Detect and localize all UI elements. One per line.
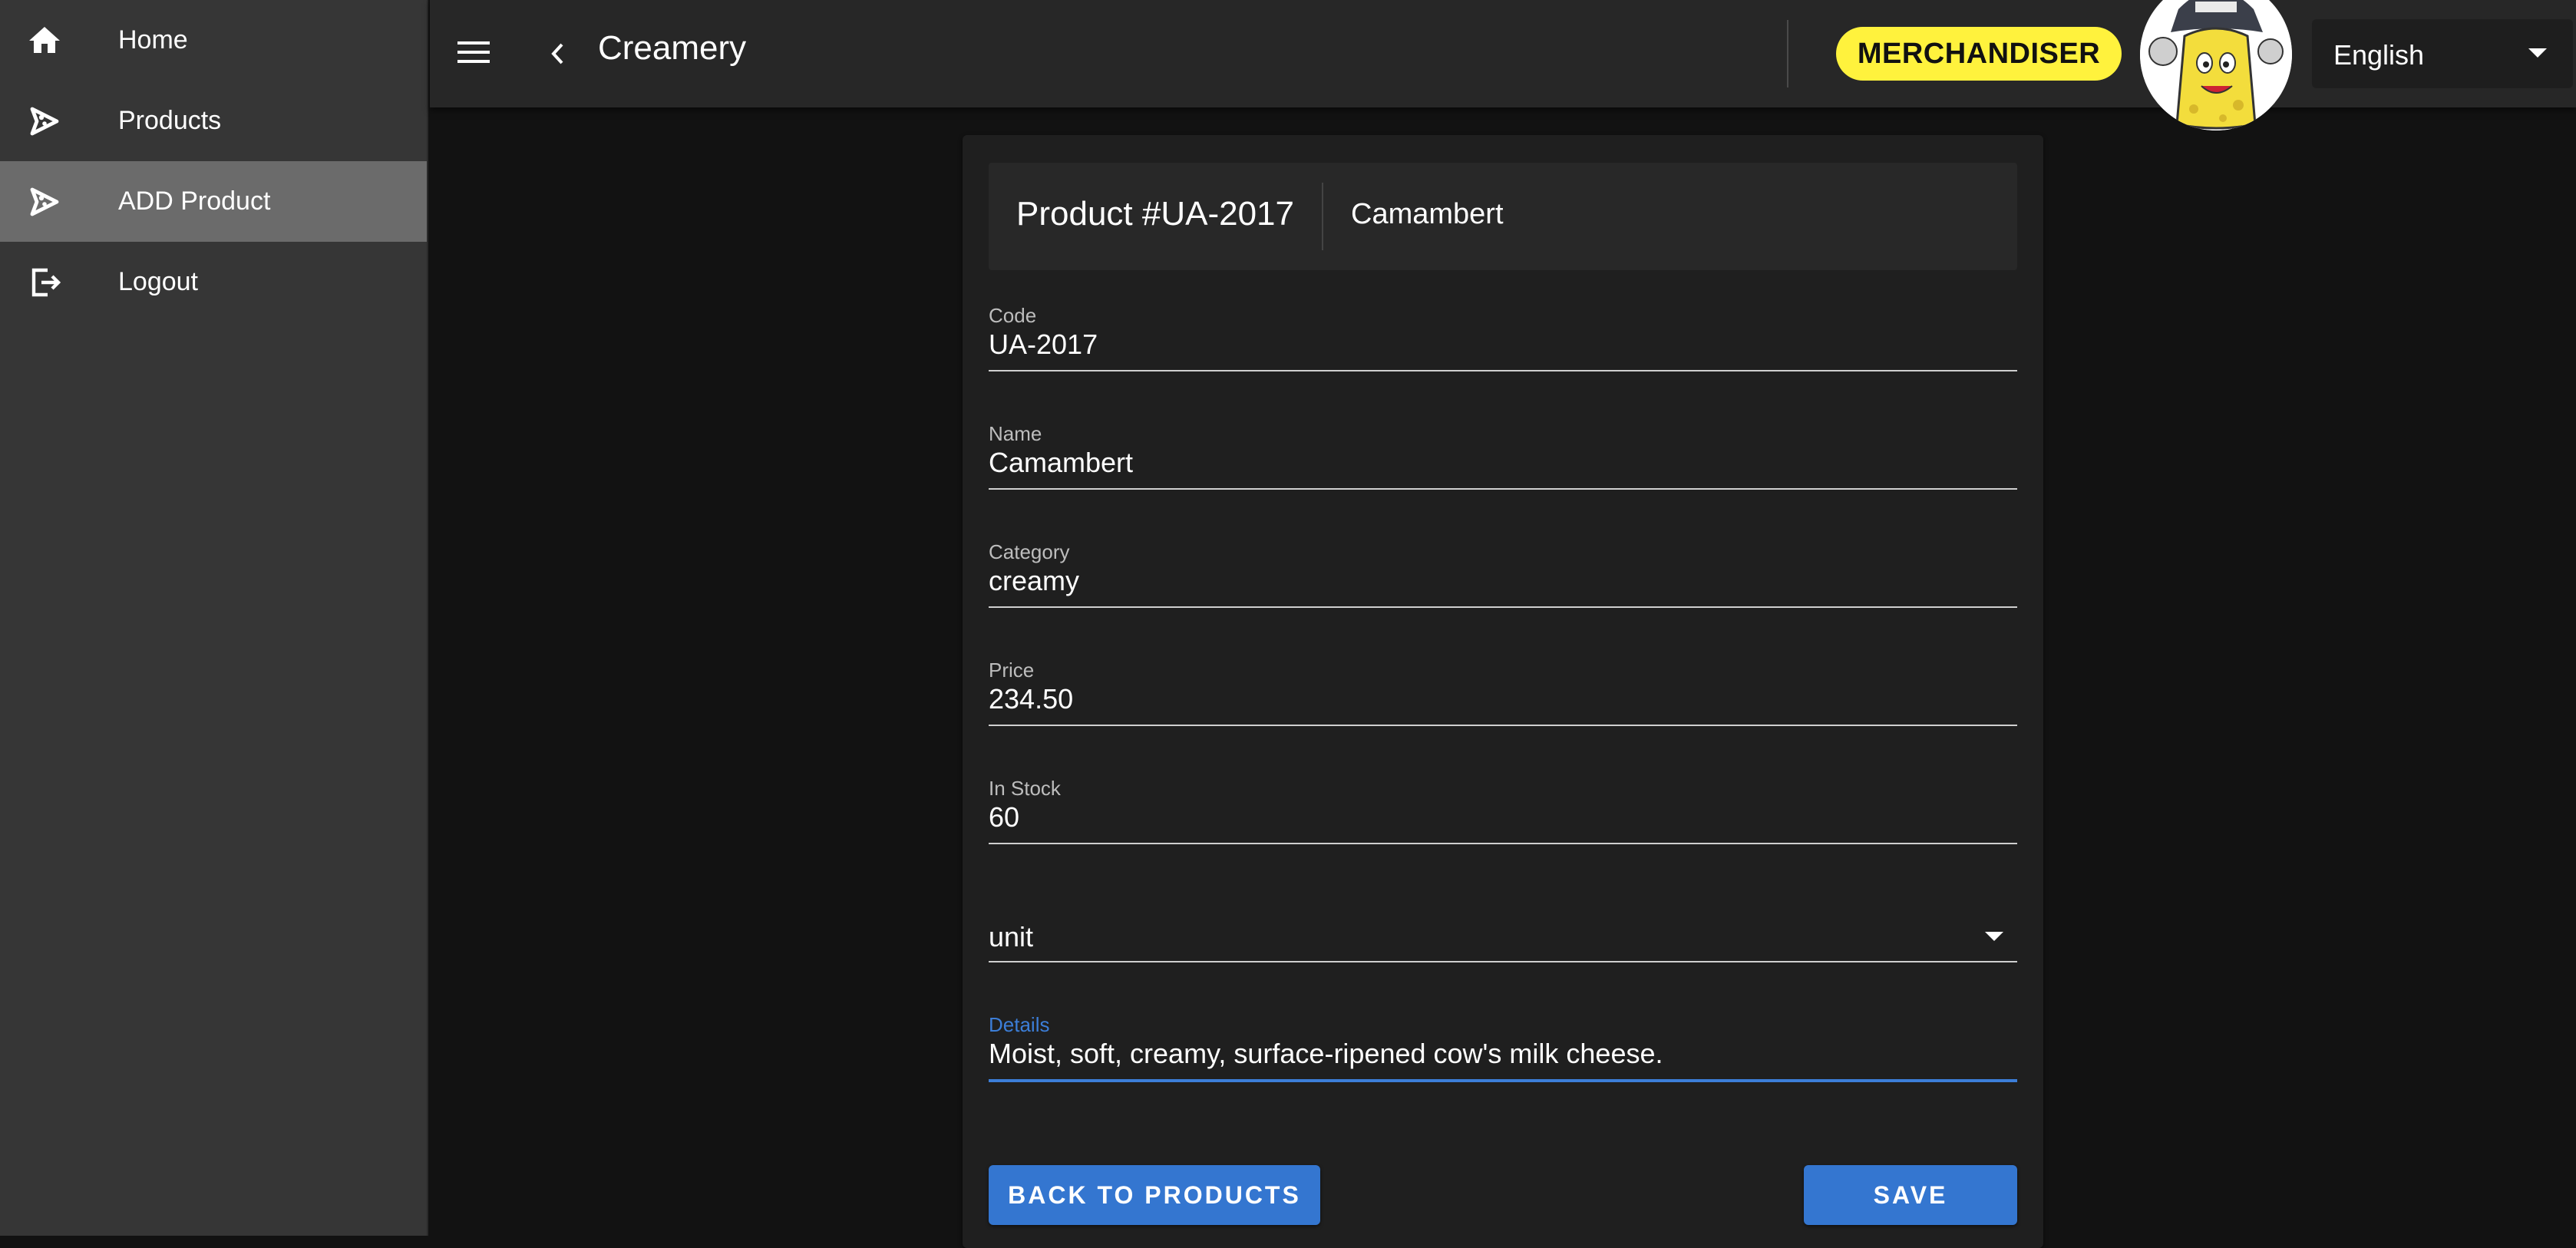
category-field[interactable]: Category creamy [989,540,2017,609]
page-title: Creamery [598,29,747,67]
field-underline [989,725,2017,726]
back-to-products-button[interactable]: BACK TO PRODUCTS [989,1165,1320,1225]
sidebar-item-home[interactable]: Home [0,0,427,81]
home-icon [29,26,60,53]
product-number: Product #UA-2017 [1016,195,1294,233]
name-field[interactable]: Name Camambert [989,422,2017,491]
sidebar-item-logout[interactable]: Logout [0,242,427,322]
language-select[interactable]: English [2312,19,2573,88]
logout-icon [31,268,61,296]
field-underline [989,370,2017,371]
in-stock-field[interactable]: In Stock 60 [989,777,2017,846]
field-underline [989,961,2017,962]
divider [1322,183,1323,250]
sidebar: Home Products ADD Product Logout [0,0,428,1236]
code-value: UA-2017 [989,329,1098,360]
unit-value: unit [989,921,1034,953]
field-underline [989,606,2017,608]
sidebar-item-label: ADD Product [118,187,271,216]
category-label: Category [989,540,1070,563]
save-button[interactable]: SAVE [1804,1165,2017,1225]
menu-icon[interactable] [457,38,490,66]
code-label: Code [989,304,1037,327]
name-value: Camambert [989,447,1134,478]
price-label: Price [989,659,1035,682]
category-value: creamy [989,565,1080,596]
price-value: 234.50 [989,683,1074,715]
sidebar-item-label: Products [118,106,222,135]
role-badge: MERCHANDISER [1836,27,2122,81]
divider [1787,20,1788,87]
product-icon [30,107,59,135]
field-underline [989,843,2017,844]
price-field[interactable]: Price 234.50 [989,659,2017,728]
add-product-icon [30,187,59,216]
sidebar-item-products[interactable]: Products [0,81,427,161]
product-header: Product #UA-2017 Camambert [989,163,2017,270]
top-app-bar: Creamery MERCHANDISER English [430,0,2576,130]
sidebar-item-label: Logout [118,267,198,296]
product-header-name: Camambert [1351,198,1504,230]
details-field[interactable]: Details Moist, soft, creamy, surface-rip… [989,1013,2017,1082]
code-field[interactable]: Code UA-2017 [989,304,2017,373]
field-underline [989,1079,2017,1082]
details-label: Details [989,1013,1050,1036]
product-form-card: Product #UA-2017 Camambert Code UA-2017 … [963,135,2043,1248]
caret-down-icon [1985,932,2003,941]
sidebar-item-label: Home [118,25,188,54]
sidebar-item-add-product[interactable]: ADD Product [0,161,427,242]
language-value: English [2333,39,2425,71]
in-stock-label: In Stock [989,777,1061,800]
caret-down-icon [2528,48,2547,58]
field-underline [989,488,2017,490]
in-stock-value: 60 [989,801,1020,833]
cheese-mascot-icon [2140,0,2292,130]
name-label: Name [989,422,1042,445]
details-value: Moist, soft, creamy, surface-ripened cow… [989,1038,1663,1069]
avatar[interactable] [2140,0,2292,130]
chevron-left-icon[interactable] [547,40,570,68]
unit-select[interactable]: unit [989,895,2017,964]
